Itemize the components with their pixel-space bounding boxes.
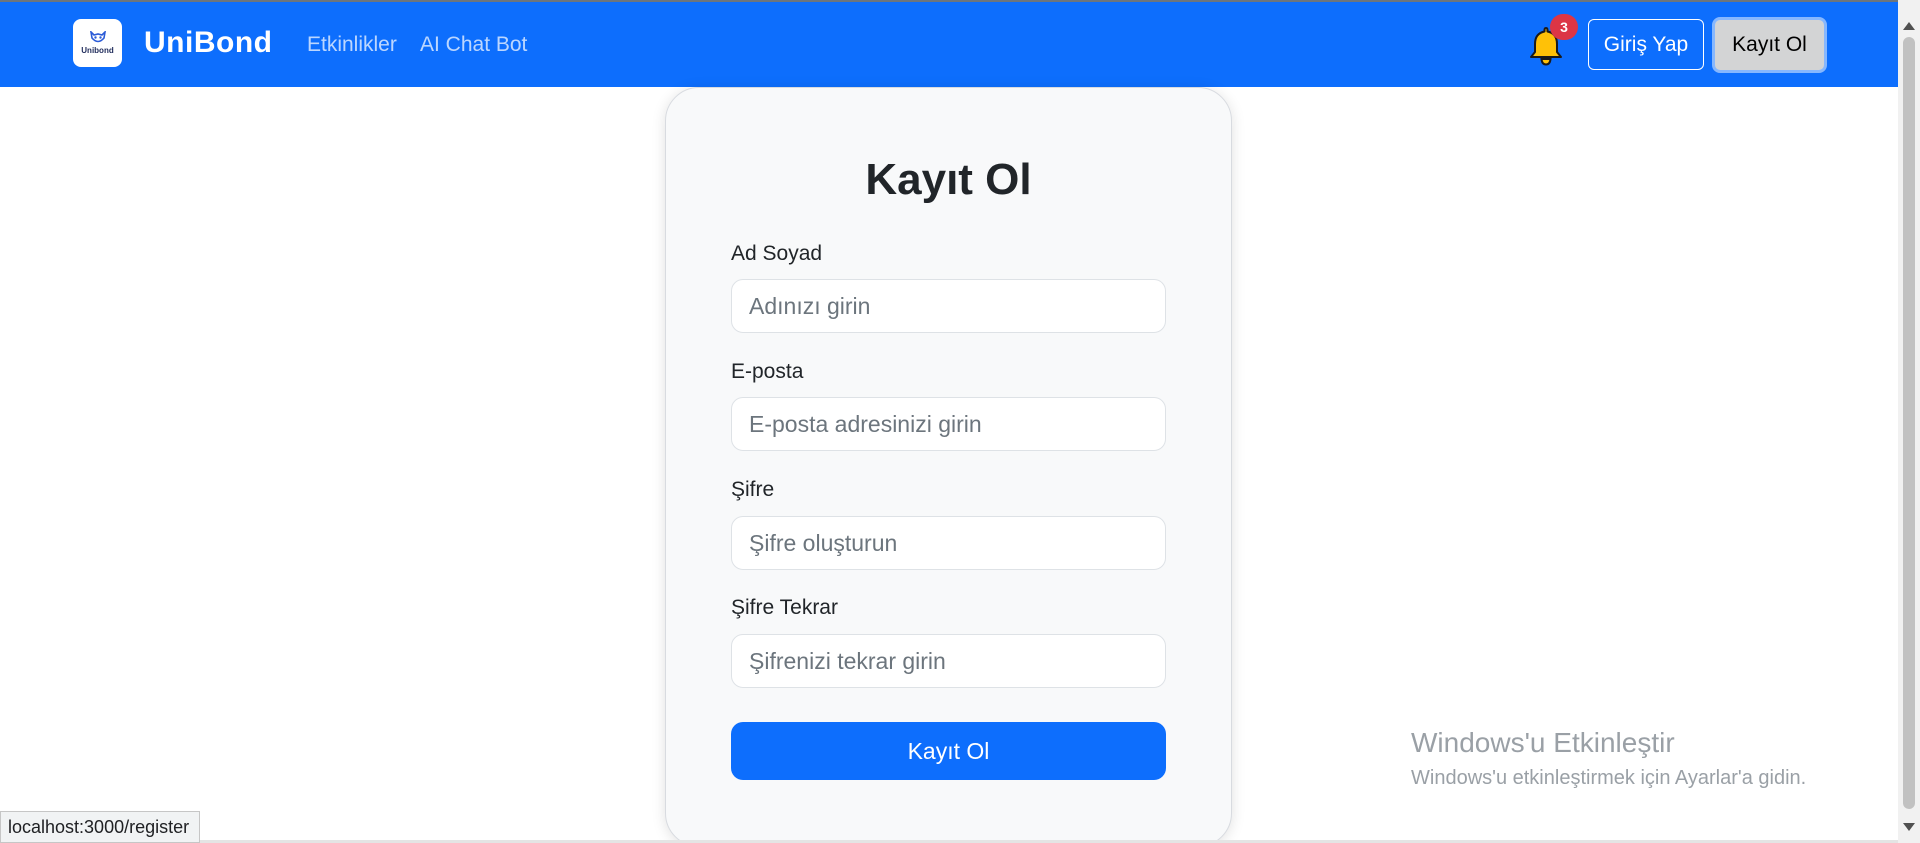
fullname-label: Ad Soyad [731, 242, 823, 265]
register-submit-button[interactable]: Kayıt Ol [731, 722, 1166, 780]
logo-text: Unibond [81, 46, 114, 55]
password-input[interactable]: Şifre oluşturun [731, 516, 1166, 570]
register-nav-button[interactable]: Kayıt Ol [1712, 17, 1827, 73]
scroll-down-arrow-icon[interactable] [1903, 823, 1915, 831]
fullname-input[interactable]: Adınızı girin [731, 279, 1166, 333]
email-input[interactable]: E-posta adresinizi girin [731, 397, 1166, 451]
form-title: Kayıt Ol [865, 155, 1032, 204]
brand-logo[interactable]: Unibond [73, 19, 122, 67]
nav-link-ai-chat-bot[interactable]: AI Chat Bot [420, 33, 527, 57]
password-confirm-label: Şifre Tekrar [731, 596, 838, 619]
password-label: Şifre [731, 478, 775, 501]
owl-logo-icon [89, 31, 106, 43]
scroll-up-arrow-icon[interactable] [1903, 22, 1915, 30]
browser-status-url: localhost:3000/register [0, 811, 201, 843]
login-button[interactable]: Giriş Yap [1588, 19, 1704, 70]
notification-badge: 3 [1550, 14, 1578, 40]
scrollbar-thumb[interactable] [1903, 37, 1915, 809]
windows-activation-title: Windows'u Etkinleştir [1411, 727, 1675, 758]
windows-activation-subtitle: Windows'u etkinleştirmek için Ayarlar'a … [1411, 767, 1807, 789]
brand-name[interactable]: UniBond [144, 26, 272, 60]
email-label: E-posta [731, 360, 804, 383]
password-confirm-input[interactable]: Şifrenizi tekrar girin [731, 634, 1166, 688]
nav-link-etkinlikler[interactable]: Etkinlikler [307, 33, 397, 57]
